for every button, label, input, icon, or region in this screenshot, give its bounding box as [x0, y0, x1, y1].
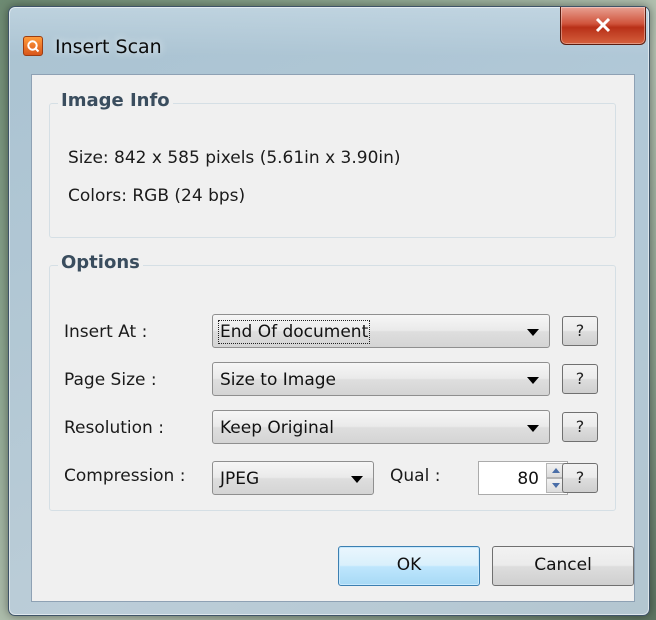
insert-scan-dialog: Insert Scan Image Info Size: 842 x 585 p… [8, 6, 650, 616]
dialog-body: Image Info Size: 842 x 585 pixels (5.61i… [31, 74, 635, 602]
chevron-down-icon [527, 425, 539, 432]
arrow-down-icon [552, 483, 560, 488]
insert-at-value: End Of document [217, 320, 371, 344]
title-bar[interactable]: Insert Scan [9, 7, 649, 73]
page-size-help-button[interactable]: ? [562, 364, 598, 394]
quality-value: 80 [517, 469, 539, 489]
app-logo-icon [23, 36, 43, 56]
image-size-text: Size: 842 x 585 pixels (5.61in x 3.90in) [68, 148, 401, 168]
image-info-heading: Image Info [58, 90, 173, 111]
chevron-down-icon [527, 377, 539, 384]
resolution-label: Resolution : [64, 418, 164, 438]
resolution-value: Keep Original [220, 418, 334, 438]
close-icon [595, 17, 611, 33]
compression-help-button[interactable]: ? [562, 463, 598, 493]
chevron-down-icon [527, 329, 539, 336]
resolution-help-button[interactable]: ? [562, 412, 598, 442]
page-size-dropdown[interactable]: Size to Image [212, 362, 550, 396]
quality-label: Qual : [390, 466, 441, 486]
image-colors-text: Colors: RGB (24 bps) [68, 186, 246, 206]
arrow-up-icon [552, 468, 560, 473]
close-button[interactable] [560, 7, 646, 45]
compression-dropdown[interactable]: JPEG [212, 461, 374, 495]
insert-at-label: Insert At : [64, 322, 148, 342]
window-title: Insert Scan [55, 36, 162, 58]
ok-button[interactable]: OK [338, 546, 480, 586]
quality-spinbox[interactable]: 80 [478, 461, 568, 495]
cancel-button[interactable]: Cancel [492, 546, 634, 586]
insert-at-help-button[interactable]: ? [562, 316, 598, 346]
chevron-down-icon [351, 476, 363, 483]
insert-at-dropdown[interactable]: End Of document [212, 314, 550, 348]
page-size-label: Page Size : [64, 370, 157, 390]
compression-value: JPEG [220, 469, 260, 489]
compression-label: Compression : [64, 466, 186, 486]
image-info-group: Image Info Size: 842 x 585 pixels (5.61i… [49, 90, 616, 238]
page-size-value: Size to Image [220, 370, 337, 390]
resolution-dropdown[interactable]: Keep Original [212, 410, 550, 444]
options-heading: Options [58, 252, 143, 273]
